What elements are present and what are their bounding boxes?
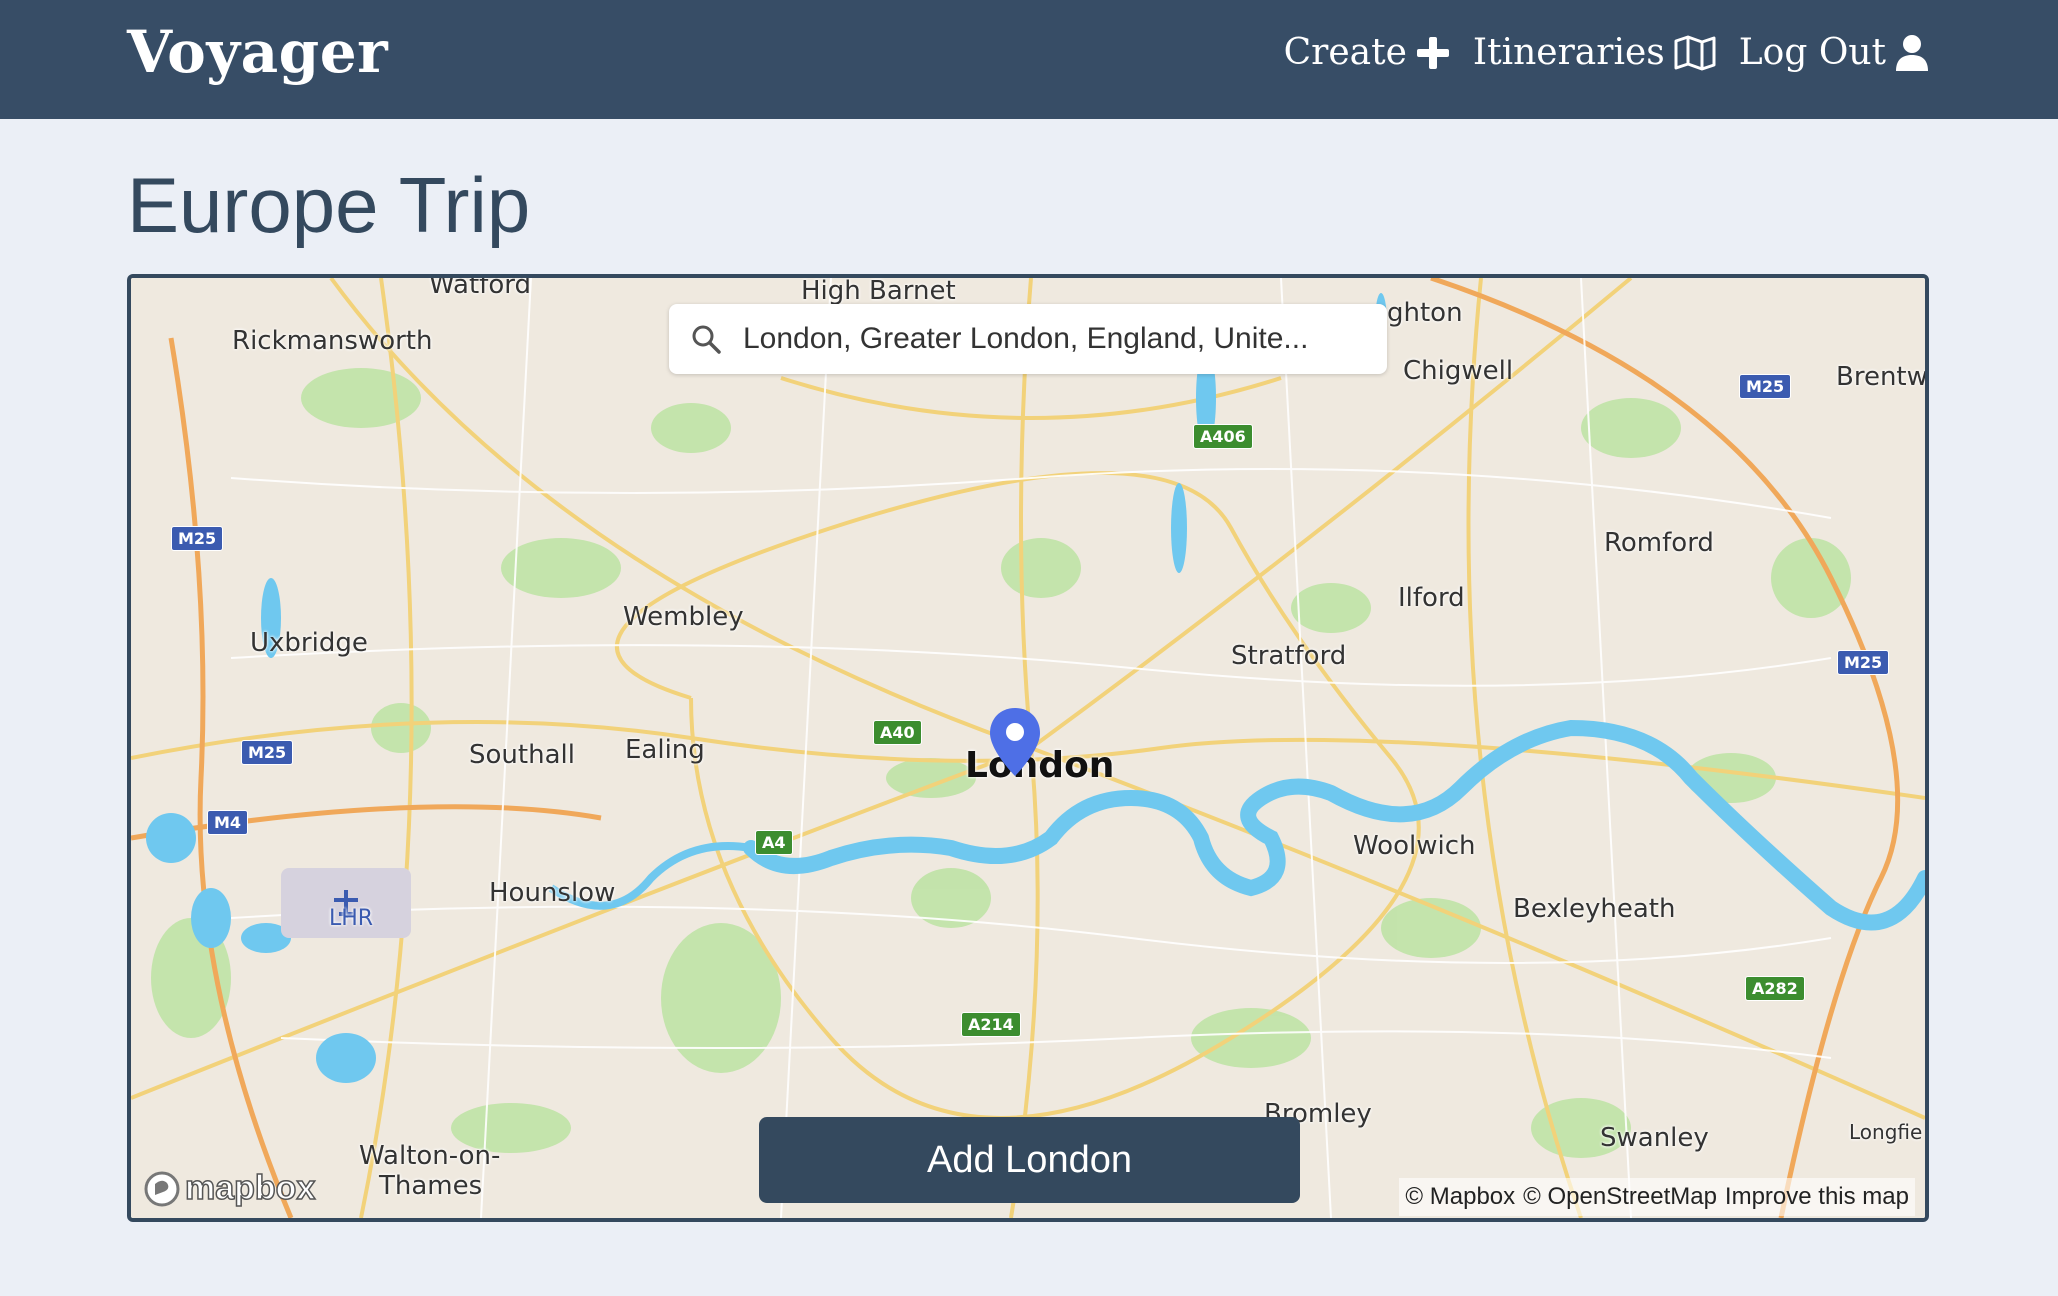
map-label-southall: Southall — [469, 740, 575, 770]
nav-logout-label: Log Out — [1738, 32, 1886, 73]
attribution-osm-link[interactable]: © OpenStreetMap — [1523, 1183, 1717, 1211]
road-shield-m25: M25 — [1739, 374, 1792, 399]
page-title: Europe Trip — [127, 161, 531, 249]
nav-create-link[interactable]: Create — [1284, 32, 1451, 73]
map-icon — [1674, 35, 1716, 70]
nav-links: Create Itineraries Log Out — [1284, 32, 1930, 73]
map-label-loughton: ghton — [1387, 298, 1463, 328]
map-label-wembley: Wembley — [623, 602, 744, 632]
map-label-longfield: Longfie — [1849, 1120, 1923, 1144]
mapbox-logo-text: mapbox — [184, 1168, 316, 1208]
nav-itineraries-link[interactable]: Itineraries — [1473, 32, 1717, 73]
map-label-swanley: Swanley — [1600, 1123, 1709, 1153]
map-label-woolwich: Woolwich — [1353, 831, 1476, 861]
map-label-hounslow: Hounslow — [489, 878, 616, 908]
mapbox-logo[interactable]: mapbox — [143, 1168, 316, 1208]
map-label-stratford: Stratford — [1231, 641, 1347, 671]
attribution-mapbox-link[interactable]: © Mapbox — [1405, 1183, 1515, 1211]
road-shield-a282: A282 — [1745, 976, 1805, 1001]
map-label-walton: Walton-on- — [359, 1141, 501, 1171]
road-shield-m25: M25 — [241, 740, 294, 765]
map-label-watford: Watford — [429, 274, 531, 300]
nav-create-label: Create — [1283, 32, 1407, 73]
map-label-thames: Thames — [379, 1171, 483, 1201]
map-attribution: © Mapbox © OpenStreetMap Improve this ma… — [1399, 1178, 1915, 1216]
map-search-input[interactable] — [741, 321, 1345, 357]
plus-icon — [1416, 36, 1449, 69]
map-search-box[interactable] — [669, 304, 1387, 374]
map-label-bexleyheath: Bexleyheath — [1513, 894, 1676, 924]
road-shield-m4: M4 — [207, 810, 249, 835]
map-label-brentwood: Brentw — [1836, 362, 1928, 392]
map-label-ealing: Ealing — [625, 735, 705, 765]
location-pin-icon[interactable] — [987, 706, 1043, 778]
road-shield-m25: M25 — [1837, 650, 1890, 675]
road-shield-m25: M25 — [171, 526, 224, 551]
road-shield-a406: A406 — [1193, 424, 1253, 449]
attribution-improve-link[interactable]: Improve this map — [1725, 1183, 1909, 1211]
map-label-lhr: LHR — [329, 906, 374, 931]
map-label-chigwell: Chigwell — [1403, 356, 1514, 386]
map-label-ilford: Ilford — [1398, 583, 1465, 613]
map-label-high-barnet: High Barnet — [801, 276, 956, 306]
road-shield-a4: A4 — [755, 830, 793, 855]
search-icon — [692, 325, 721, 354]
map-label-rickmansworth: Rickmansworth — [232, 326, 433, 356]
nav-itineraries-label: Itineraries — [1472, 32, 1665, 73]
brand-logo[interactable]: Voyager — [127, 18, 388, 86]
nav-logout-link[interactable]: Log Out — [1739, 32, 1930, 73]
road-shield-a40: A40 — [873, 720, 922, 745]
mapbox-logo-icon — [144, 1171, 180, 1206]
map-container[interactable]: Watford High Barnet ghton Rickmansworth … — [127, 274, 1929, 1222]
map-label-uxbridge: Uxbridge — [250, 628, 368, 658]
top-navbar: Voyager Create Itineraries Log Out — [0, 0, 2058, 119]
add-location-button[interactable]: Add London — [759, 1117, 1300, 1203]
map-label-romford: Romford — [1604, 528, 1714, 558]
road-shield-a214: A214 — [961, 1012, 1021, 1037]
user-icon — [1896, 34, 1928, 71]
